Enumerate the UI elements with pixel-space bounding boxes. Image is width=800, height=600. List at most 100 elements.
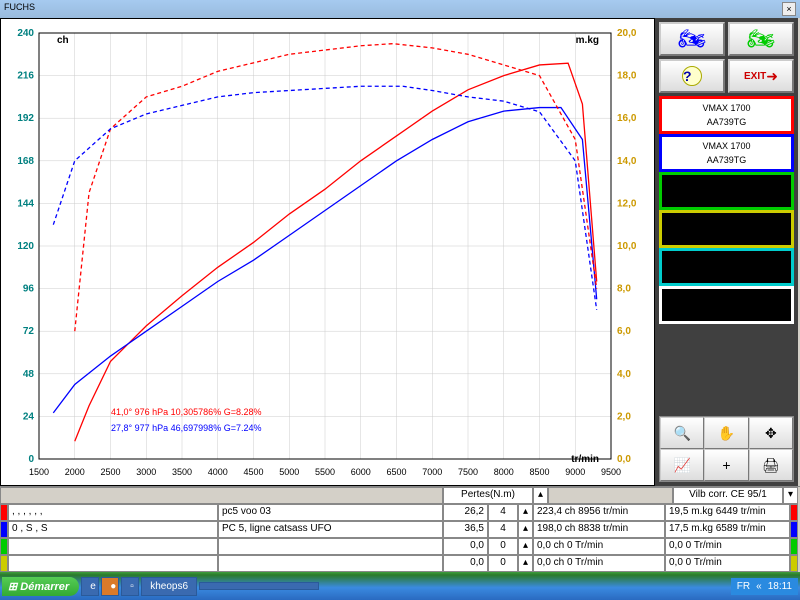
help-button[interactable]: ? <box>659 59 725 93</box>
svg-text:9000: 9000 <box>565 467 585 477</box>
svg-text:5000: 5000 <box>279 467 299 477</box>
cell-cyl[interactable]: 4 <box>488 521 518 538</box>
clock: 18:11 <box>768 581 792 592</box>
cell-cyl[interactable]: 4 <box>488 504 518 521</box>
left-axis-label: ch <box>57 35 69 46</box>
move-tool[interactable]: ✥ <box>749 417 793 449</box>
svg-text:6000: 6000 <box>351 467 371 477</box>
run-slot-0[interactable]: VMAX 1700AA739TG <box>659 96 794 134</box>
svg-text:48: 48 <box>23 369 35 380</box>
task-kheops6[interactable]: kheops6 <box>141 577 197 596</box>
svg-text:3500: 3500 <box>172 467 192 477</box>
svg-text:72: 72 <box>23 326 35 337</box>
exit-arrow-icon: ➜ <box>766 68 778 85</box>
quicklaunch-ie[interactable]: e <box>81 577 99 596</box>
sidebar: 🏍 🏍 ? EXIT➜ VMAX 1700AA739TGVMAX 1700AA7… <box>655 18 798 486</box>
svg-text:192: 192 <box>17 113 34 124</box>
system-tray[interactable]: FR « 18:11 <box>731 578 798 595</box>
data-row-0: , , , , , ,pc5 voo 0326,24▴223,4 ch 8956… <box>0 504 800 521</box>
svg-text:168: 168 <box>17 156 34 167</box>
cell-up[interactable]: ▴ <box>518 521 533 538</box>
annotation-blue: 27,8° 977 hPa 46,697998% G=7.24% <box>111 423 261 433</box>
exit-label: EXIT <box>744 71 766 82</box>
cell-torque: 19,5 m.kg 6449 tr/min <box>665 504 790 521</box>
pertes-label: Pertes(N.m) <box>443 487 533 504</box>
svg-text:7000: 7000 <box>422 467 442 477</box>
svg-text:4500: 4500 <box>243 467 263 477</box>
svg-text:4000: 4000 <box>208 467 228 477</box>
cell-up[interactable]: ▴ <box>518 504 533 521</box>
cell-pertes[interactable]: 36,5 <box>443 521 488 538</box>
cell-power: 198,0 ch 8838 tr/min <box>533 521 665 538</box>
svg-text:0: 0 <box>28 454 34 465</box>
cell-desc[interactable] <box>218 538 443 555</box>
row-color <box>0 504 8 521</box>
svg-text:24: 24 <box>23 411 35 422</box>
quicklaunch-desktop[interactable]: ▫ <box>121 577 139 596</box>
cell-name[interactable]: , , , , , , <box>8 504 218 521</box>
curve-tool[interactable]: 📈 <box>660 449 704 481</box>
zoom-tool[interactable]: 🔍 <box>660 417 704 449</box>
chart-svg: 1500200025003000350040004500500055006000… <box>1 19 656 487</box>
annotation-red: 41,0° 976 hPa 10,305786% G=8.28% <box>111 407 261 417</box>
exit-button[interactable]: EXIT➜ <box>728 59 794 93</box>
data-row-3: 0,00▴0,0 ch 0 Tr/min0,0 0 Tr/min <box>0 555 800 572</box>
row-color-r <box>790 555 798 572</box>
svg-text:2500: 2500 <box>100 467 120 477</box>
quicklaunch-firefox[interactable]: ● <box>101 577 119 596</box>
cell-power: 0,0 ch 0 Tr/min <box>533 555 665 572</box>
cell-pertes[interactable]: 0,0 <box>443 555 488 572</box>
motorcycle-icon: 🏍 <box>747 26 775 52</box>
print-tool[interactable]: 🖨 <box>749 449 793 481</box>
help-icon: ? <box>682 66 702 86</box>
svg-text:0,0: 0,0 <box>617 454 631 465</box>
cell-up[interactable]: ▴ <box>518 538 533 555</box>
cell-desc[interactable]: pc5 voo 03 <box>218 504 443 521</box>
cell-cyl[interactable]: 0 <box>488 555 518 572</box>
window-titlebar: FUCHS × <box>0 0 800 18</box>
row-color-r <box>790 504 798 521</box>
task-app[interactable] <box>199 582 319 590</box>
svg-text:18,0: 18,0 <box>617 71 637 82</box>
windows-icon: ⊞ <box>8 581 20 593</box>
add-tool[interactable]: + <box>704 449 748 481</box>
run-slot-3[interactable] <box>659 210 794 248</box>
tool-palette: 🔍 ✋ ✥ 📈 + 🖨 <box>659 416 794 482</box>
tray-icon[interactable]: « <box>756 581 762 592</box>
start-button[interactable]: ⊞ Démarrer <box>2 577 79 596</box>
motorcycle-blue-button[interactable]: 🏍 <box>659 22 725 56</box>
cell-pertes[interactable]: 26,2 <box>443 504 488 521</box>
svg-text:4,0: 4,0 <box>617 369 631 380</box>
cell-name[interactable]: 0 , S , S <box>8 521 218 538</box>
data-row-2: 0,00▴0,0 ch 0 Tr/min0,0 0 Tr/min <box>0 538 800 555</box>
cell-name[interactable] <box>8 555 218 572</box>
cell-desc[interactable]: PC 5, ligne catsass UFO <box>218 521 443 538</box>
lang-indicator[interactable]: FR <box>737 581 750 592</box>
svg-text:10,0: 10,0 <box>617 241 637 252</box>
window-close-button[interactable]: × <box>782 2 796 16</box>
pan-tool[interactable]: ✋ <box>704 417 748 449</box>
pertes-up[interactable]: ▴ <box>533 487 548 504</box>
svg-text:6,0: 6,0 <box>617 326 631 337</box>
run-slot-2[interactable] <box>659 172 794 210</box>
right-axis-label: m.kg <box>576 35 599 46</box>
svg-text:20,0: 20,0 <box>617 28 637 39</box>
cell-name[interactable] <box>8 538 218 555</box>
correction-select[interactable]: Vilb corr. CE 95/1 <box>673 487 783 504</box>
cell-pertes[interactable]: 0,0 <box>443 538 488 555</box>
cell-up[interactable]: ▴ <box>518 555 533 572</box>
svg-text:12,0: 12,0 <box>617 198 637 209</box>
row-color <box>0 538 8 555</box>
cell-torque: 0,0 0 Tr/min <box>665 555 790 572</box>
row-color-r <box>790 521 798 538</box>
correction-dropdown[interactable]: ▾ <box>783 487 798 504</box>
cell-torque: 17,5 m.kg 6589 tr/min <box>665 521 790 538</box>
cell-cyl[interactable]: 0 <box>488 538 518 555</box>
run-slot-4[interactable] <box>659 248 794 286</box>
run-slot-1[interactable]: VMAX 1700AA739TG <box>659 134 794 172</box>
svg-text:2000: 2000 <box>65 467 85 477</box>
motorcycle-green-button[interactable]: 🏍 <box>728 22 794 56</box>
run-slot-5[interactable] <box>659 286 794 324</box>
cell-desc[interactable] <box>218 555 443 572</box>
svg-text:3000: 3000 <box>136 467 156 477</box>
